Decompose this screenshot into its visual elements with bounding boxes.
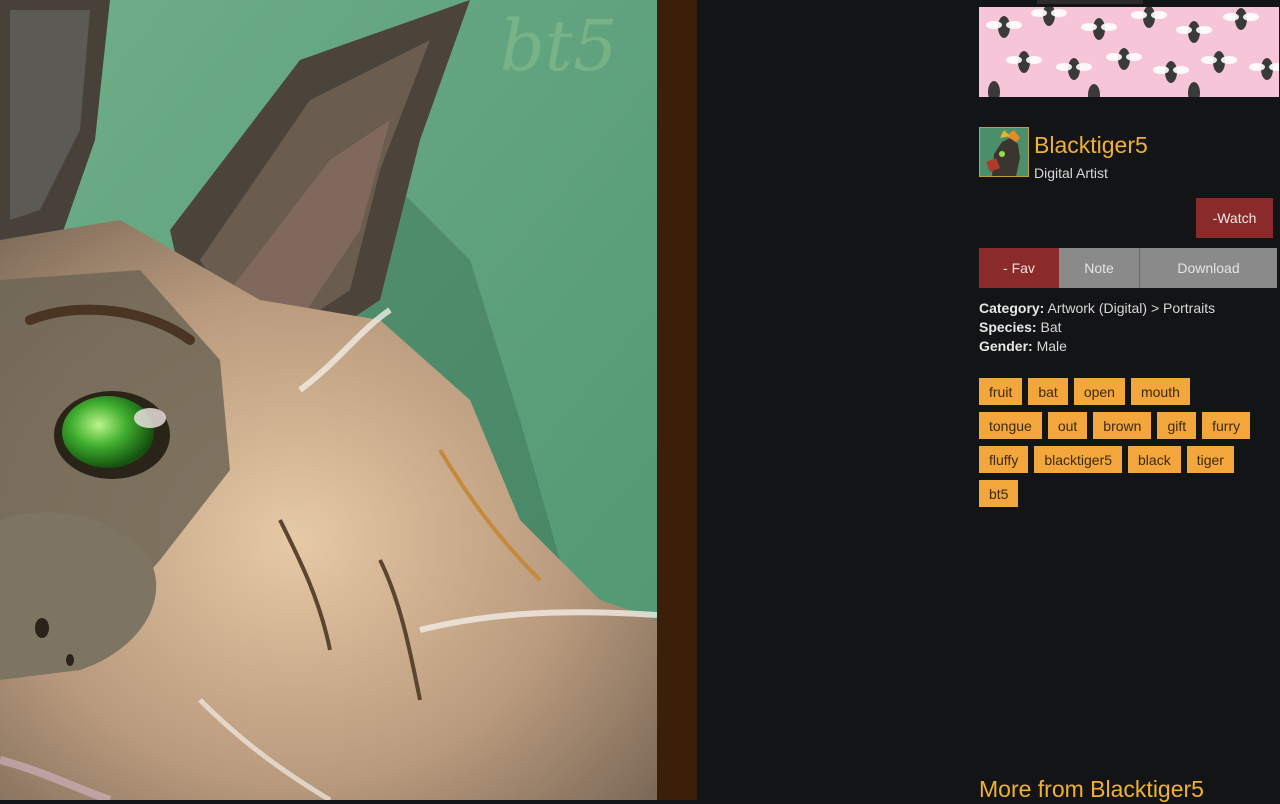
submission-info: Category: Artwork (Digital) > Portraits … — [979, 299, 1279, 356]
artwork-image[interactable]: bt5 — [0, 0, 657, 800]
tag-row: bt5 — [979, 480, 1279, 508]
tag-tongue[interactable]: tongue — [979, 412, 1042, 439]
svg-text:bt5: bt5 — [500, 5, 617, 87]
download-button[interactable]: Download — [1140, 248, 1277, 288]
tag-row: fluffy blacktiger5 black tiger — [979, 446, 1279, 474]
tag-list: fruit bat open mouth tongue out brown gi… — [979, 378, 1279, 514]
artist-name-link[interactable]: Blacktiger5 — [1034, 130, 1148, 160]
gender-value: Male — [1036, 338, 1067, 354]
tag-fluffy[interactable]: fluffy — [979, 446, 1029, 473]
tag-black[interactable]: black — [1128, 446, 1181, 473]
bee-pattern — [979, 7, 1279, 97]
species-value: Bat — [1040, 319, 1062, 335]
tag-gift[interactable]: gift — [1157, 412, 1197, 439]
avatar-image — [980, 128, 1028, 176]
category-value: Artwork (Digital) > Portraits — [1047, 300, 1216, 316]
tag-mouth[interactable]: mouth — [1130, 378, 1190, 405]
tag-out[interactable]: out — [1047, 412, 1088, 439]
artwork-illustration: bt5 — [0, 0, 657, 800]
tag-blacktiger5[interactable]: blacktiger5 — [1034, 446, 1123, 473]
action-buttons: - Fav Note Download — [979, 248, 1279, 288]
gender-row: Gender: Male — [979, 337, 1279, 356]
watch-button[interactable]: -Watch — [1196, 198, 1273, 238]
category-row: Category: Artwork (Digital) > Portraits — [979, 299, 1279, 318]
category-label: Category: — [979, 300, 1045, 316]
profile-banner — [979, 7, 1279, 97]
banner-top-strip — [1037, 0, 1143, 4]
fav-button[interactable]: - Fav — [979, 248, 1059, 288]
gender-label: Gender: — [979, 338, 1033, 354]
artwork-frame — [657, 0, 697, 800]
artist-title: Digital Artist — [1034, 165, 1108, 181]
tag-bat[interactable]: bat — [1028, 378, 1068, 405]
tag-fruit[interactable]: fruit — [979, 378, 1023, 405]
tag-furry[interactable]: furry — [1202, 412, 1251, 439]
tag-row: tongue out brown gift furry — [979, 412, 1279, 440]
tag-row: fruit bat open mouth — [979, 378, 1279, 406]
tag-brown[interactable]: brown — [1093, 412, 1152, 439]
tag-tiger[interactable]: tiger — [1186, 446, 1234, 473]
species-row: Species: Bat — [979, 318, 1279, 337]
artist-card: Blacktiger5 Digital Artist — [979, 127, 1279, 187]
note-button[interactable]: Note — [1059, 248, 1140, 288]
species-label: Species: — [979, 319, 1037, 335]
tag-open[interactable]: open — [1073, 378, 1125, 405]
tag-bt5[interactable]: bt5 — [979, 480, 1019, 507]
artist-avatar[interactable] — [979, 127, 1029, 177]
